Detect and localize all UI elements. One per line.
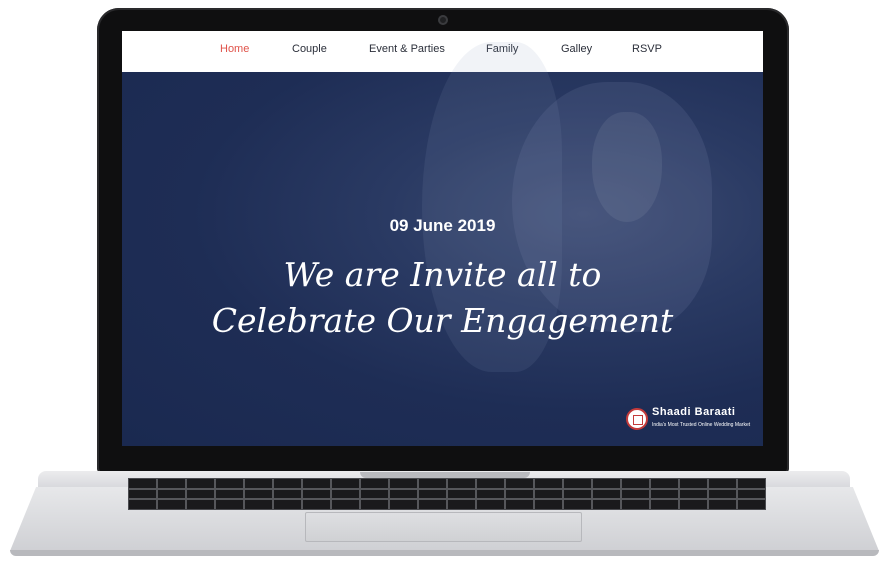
nav-item-rsvp[interactable]: RSVP xyxy=(632,43,662,55)
mandap-logo-icon xyxy=(626,408,648,430)
laptop-base-lip xyxy=(10,550,879,556)
laptop-mockup: Home Couple Event & Parties Family Galle… xyxy=(0,0,889,564)
headline-line-2: Celebrate Our Engagement xyxy=(211,301,674,340)
brand-badge[interactable]: Shaadi Baraati India's Most Trusted Onli… xyxy=(626,406,756,436)
top-navigation: Home Couple Event & Parties Family Galle… xyxy=(122,31,763,72)
nav-item-couple[interactable]: Couple xyxy=(292,43,327,55)
hero-headline: We are Invite all to Celebrate Our Engag… xyxy=(122,252,763,344)
hero-banner: 09 June 2019 We are Invite all to Celebr… xyxy=(122,42,763,446)
nav-item-event-parties[interactable]: Event & Parties xyxy=(369,43,445,55)
trackpad xyxy=(305,512,582,542)
headline-line-1: We are Invite all to xyxy=(283,255,602,294)
webcam-icon xyxy=(438,15,448,25)
laptop-screen: Home Couple Event & Parties Family Galle… xyxy=(122,31,763,446)
hero-photo-face xyxy=(592,112,662,222)
keyboard xyxy=(128,478,766,510)
nav-item-galley[interactable]: Galley xyxy=(561,43,592,55)
event-date: 09 June 2019 xyxy=(389,216,496,235)
brand-tagline: India's Most Trusted Online Wedding Mark… xyxy=(652,422,751,428)
nav-item-home[interactable]: Home xyxy=(220,43,249,55)
brand-name: Shaadi Baraati xyxy=(652,406,736,418)
